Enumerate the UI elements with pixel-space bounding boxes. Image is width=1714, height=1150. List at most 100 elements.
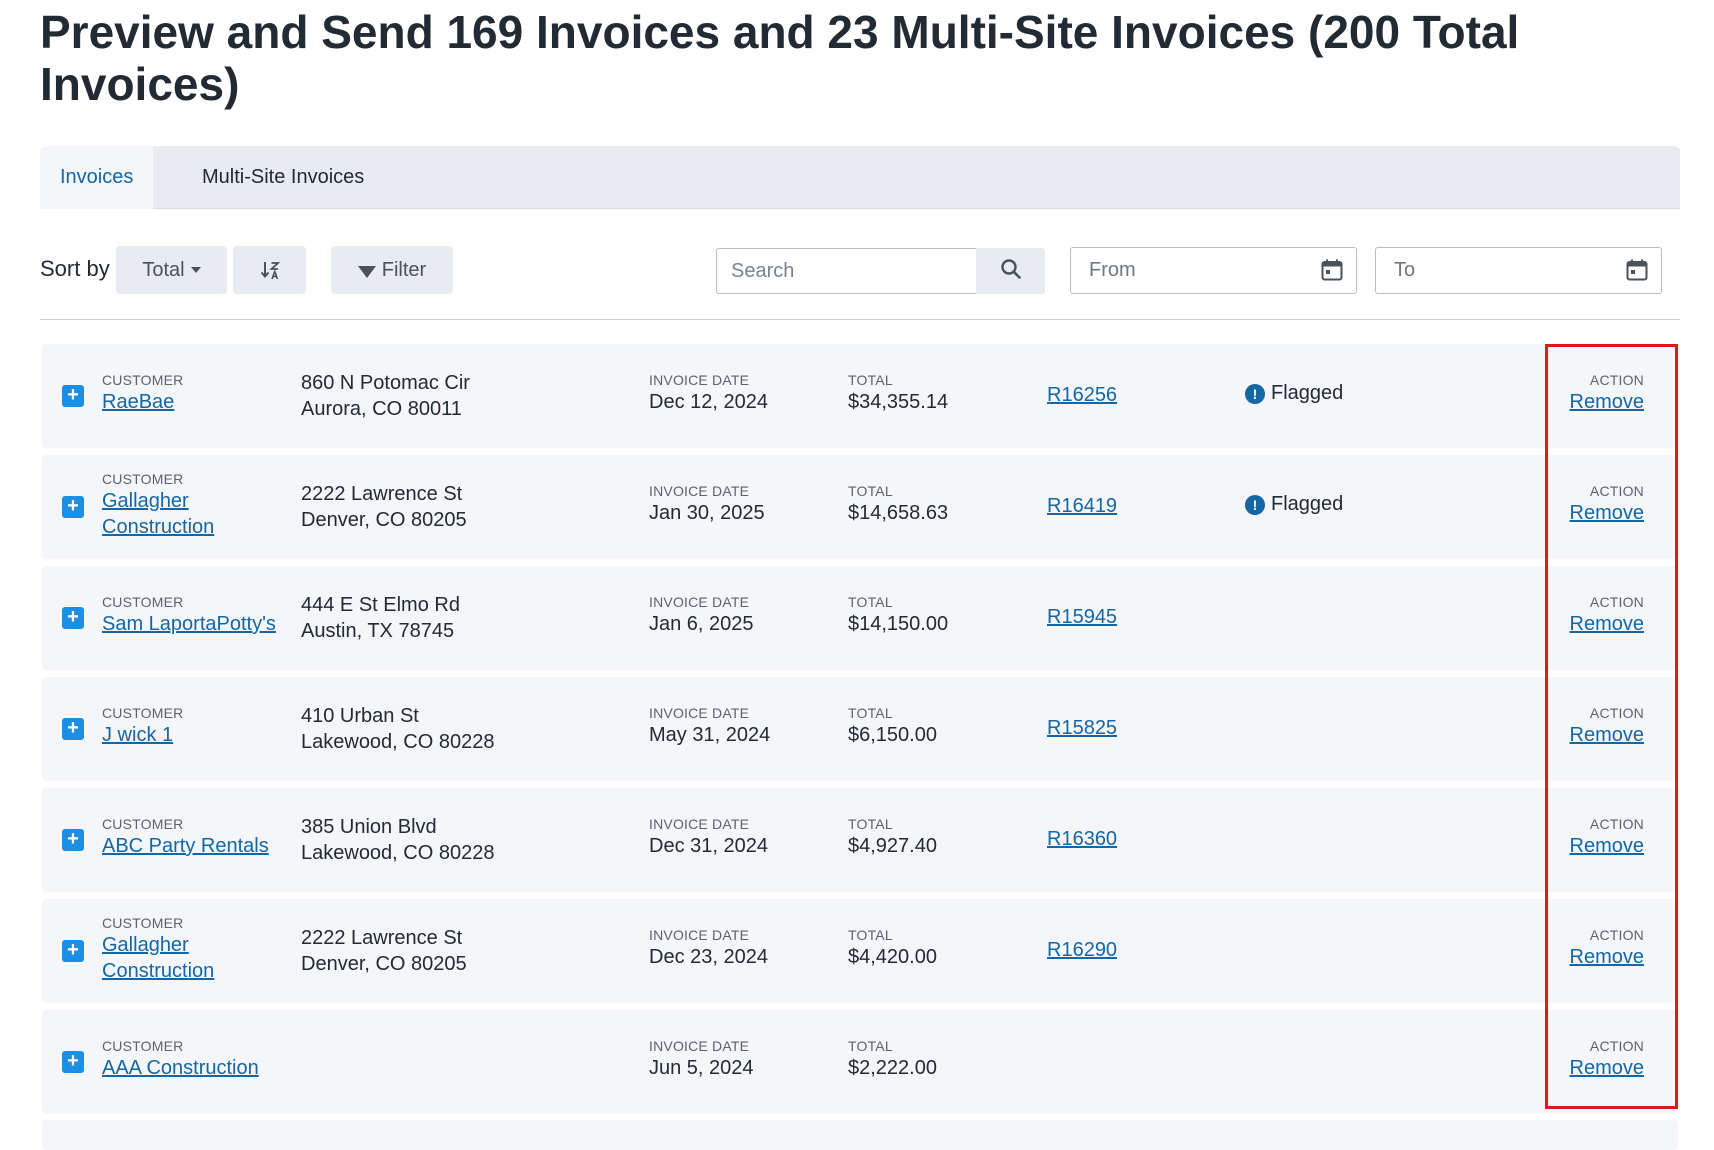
- action-label: ACTION: [1589, 372, 1644, 388]
- expand-plus-icon[interactable]: +: [62, 607, 84, 629]
- total-value: $34,355.14: [848, 391, 949, 413]
- invoice-date-value: Jun 5, 2024: [649, 1057, 754, 1079]
- to-date-input[interactable]: [1376, 248, 1606, 293]
- invoice-number-cell: R16256: [1047, 382, 1117, 408]
- address-line2: Aurora, CO 80011: [301, 398, 462, 420]
- total-value: $14,150.00: [848, 613, 949, 635]
- search-input[interactable]: [716, 248, 976, 294]
- invoice-date-value: Dec 23, 2024: [649, 946, 768, 968]
- customer-link[interactable]: AAA Construction: [102, 1055, 302, 1081]
- filter-button[interactable]: Filter: [331, 246, 453, 294]
- action-cell: ACTION Remove: [1570, 704, 1644, 748]
- address-line2: Austin, TX 78745: [301, 620, 455, 642]
- total-cell: TOTAL $14,658.63: [848, 482, 1028, 526]
- address-cell: 410 Urban St Lakewood, CO 80228: [301, 703, 611, 755]
- action-cell: ACTION Remove: [1570, 1037, 1644, 1081]
- customer-label: CUSTOMER: [102, 372, 184, 388]
- invoice-number-link[interactable]: R15945: [1047, 606, 1117, 628]
- address-cell: 444 E St Elmo Rd Austin, TX 78745: [301, 592, 611, 644]
- customer-link[interactable]: RaeBae: [102, 389, 287, 415]
- expand-plus-icon[interactable]: +: [62, 1051, 84, 1073]
- remove-link[interactable]: Remove: [1570, 944, 1644, 970]
- remove-link[interactable]: Remove: [1570, 833, 1644, 859]
- total-label: TOTAL: [848, 816, 893, 832]
- expand-plus-icon[interactable]: +: [62, 385, 84, 407]
- total-cell: TOTAL $34,355.14: [848, 371, 1028, 415]
- invoice-date-label: INVOICE DATE: [649, 705, 750, 721]
- invoice-date-cell: INVOICE DATE Dec 31, 2024: [649, 815, 829, 859]
- address-line1: 2222 Lawrence St: [301, 483, 463, 505]
- status-badge: ! Flagged: [1245, 493, 1343, 516]
- action-label: ACTION: [1589, 816, 1644, 832]
- invoice-row-partial: [42, 1120, 1678, 1150]
- invoice-date-value: Dec 31, 2024: [649, 835, 768, 857]
- address-line2: Denver, CO 80205: [301, 953, 467, 975]
- invoice-row: + CUSTOMER ABC Party Rentals 385 Union B…: [42, 788, 1678, 891]
- customer-cell: CUSTOMER J wick 1: [102, 704, 287, 748]
- invoice-number-link[interactable]: R16360: [1047, 828, 1117, 850]
- to-date-field: [1375, 247, 1662, 294]
- address-line1: 2222 Lawrence St: [301, 927, 463, 949]
- total-label: TOTAL: [848, 594, 893, 610]
- invoice-number-link[interactable]: R16256: [1047, 384, 1117, 406]
- invoice-date-value: Dec 12, 2024: [649, 391, 768, 413]
- expand-plus-icon[interactable]: +: [62, 940, 84, 962]
- tab-multi-site-invoices[interactable]: Multi-Site Invoices: [182, 146, 384, 209]
- action-cell: ACTION Remove: [1570, 815, 1644, 859]
- invoice-date-value: Jan 30, 2025: [649, 502, 765, 524]
- total-value: $4,420.00: [848, 946, 937, 968]
- sort-descending-icon: [259, 259, 281, 281]
- invoice-row: + CUSTOMER RaeBae 860 N Potomac Cir Auro…: [42, 344, 1678, 447]
- remove-link[interactable]: Remove: [1570, 500, 1644, 526]
- customer-cell: CUSTOMER Gallagher Construction: [102, 470, 287, 540]
- action-label: ACTION: [1589, 483, 1644, 499]
- total-label: TOTAL: [848, 705, 893, 721]
- expand-plus-icon[interactable]: +: [62, 829, 84, 851]
- search-button[interactable]: [976, 248, 1045, 294]
- sort-by-label: Sort by: [40, 256, 110, 281]
- invoice-number-cell: R15825: [1047, 715, 1117, 741]
- expand-plus-icon[interactable]: +: [62, 496, 84, 518]
- customer-link[interactable]: Gallagher Construction: [102, 488, 287, 540]
- remove-link[interactable]: Remove: [1570, 722, 1644, 748]
- expand-plus-icon[interactable]: +: [62, 718, 84, 740]
- tab-invoices[interactable]: Invoices: [40, 146, 154, 209]
- customer-link[interactable]: ABC Party Rentals: [102, 833, 302, 859]
- action-cell: ACTION Remove: [1570, 482, 1644, 526]
- customer-link[interactable]: Sam LaportaPotty's: [102, 611, 302, 637]
- address-line2: Denver, CO 80205: [301, 509, 467, 531]
- customer-cell: CUSTOMER RaeBae: [102, 371, 287, 415]
- action-label: ACTION: [1589, 594, 1644, 610]
- action-cell: ACTION Remove: [1570, 593, 1644, 637]
- remove-link[interactable]: Remove: [1570, 389, 1644, 415]
- alert-icon: !: [1245, 383, 1265, 404]
- customer-link[interactable]: J wick 1: [102, 722, 287, 748]
- address-line2: Lakewood, CO 80228: [301, 842, 495, 864]
- total-value: $2,222.00: [848, 1057, 937, 1079]
- customer-cell: CUSTOMER Gallagher Construction: [102, 914, 287, 984]
- remove-link[interactable]: Remove: [1570, 611, 1644, 637]
- from-date-input[interactable]: [1071, 248, 1301, 293]
- from-date-field: [1070, 247, 1357, 294]
- total-value: $6,150.00: [848, 724, 937, 746]
- customer-label: CUSTOMER: [102, 1038, 184, 1054]
- sort-field-dropdown[interactable]: Total: [116, 246, 227, 294]
- total-label: TOTAL: [848, 927, 893, 943]
- customer-label: CUSTOMER: [102, 471, 184, 487]
- invoice-number-link[interactable]: R16290: [1047, 939, 1117, 961]
- sort-direction-button[interactable]: [233, 246, 306, 294]
- total-cell: TOTAL $14,150.00: [848, 593, 1028, 637]
- calendar-icon[interactable]: [1625, 258, 1649, 287]
- invoice-date-cell: INVOICE DATE May 31, 2024: [649, 704, 829, 748]
- invoice-number-link[interactable]: R16419: [1047, 495, 1117, 517]
- invoice-number-link[interactable]: R15825: [1047, 717, 1117, 739]
- address-line1: 410 Urban St: [301, 705, 419, 727]
- invoice-row: + CUSTOMER J wick 1 410 Urban St Lakewoo…: [42, 677, 1678, 780]
- remove-link[interactable]: Remove: [1570, 1055, 1644, 1081]
- invoice-number-cell: R15945: [1047, 604, 1117, 630]
- customer-link[interactable]: Gallagher Construction: [102, 932, 287, 984]
- toolbar-divider: [40, 319, 1680, 320]
- calendar-icon[interactable]: [1320, 258, 1344, 287]
- invoice-row: + CUSTOMER AAA Construction INVOICE DATE…: [42, 1010, 1678, 1113]
- status-badge: ! Flagged: [1245, 382, 1343, 405]
